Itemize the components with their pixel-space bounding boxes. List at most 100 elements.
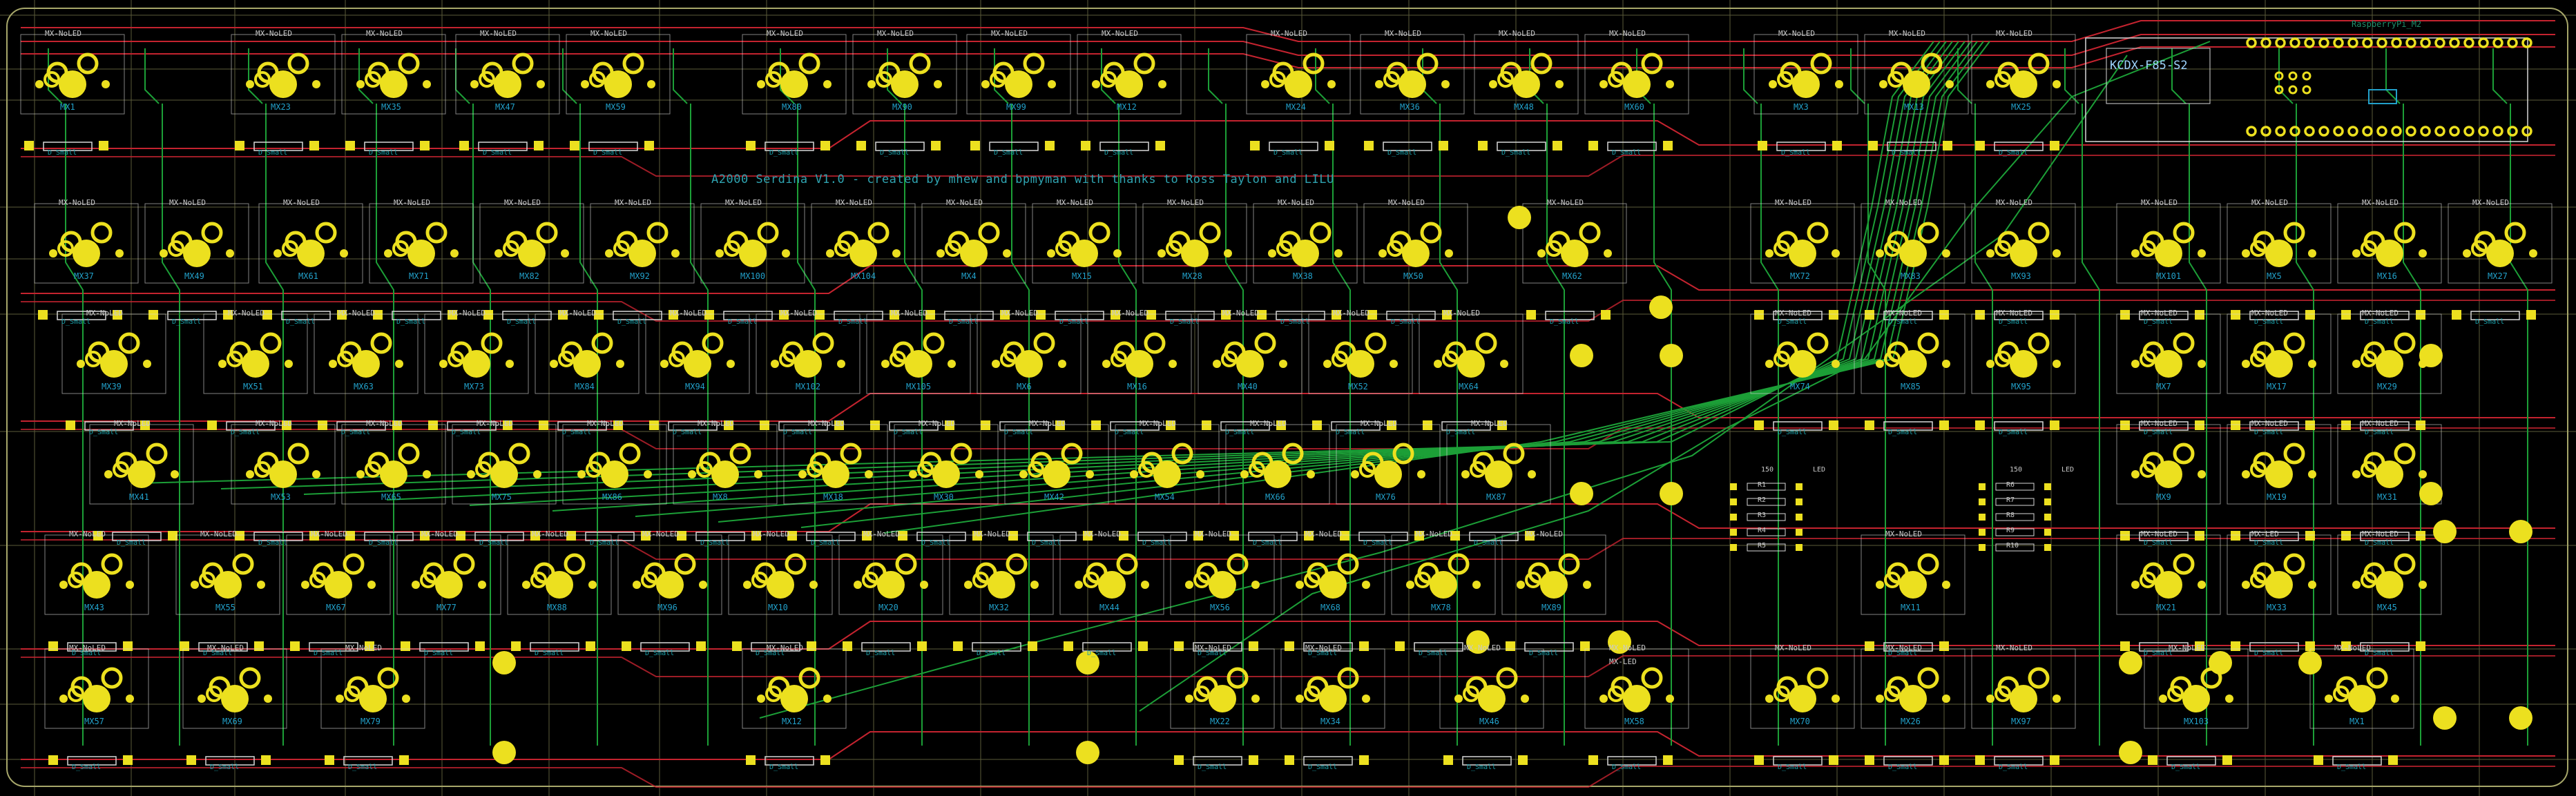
switch-mount-pad[interactable] (1375, 80, 1383, 88)
switch-mount-pad[interactable] (660, 360, 669, 368)
switch-mx68[interactable] (1280, 534, 1385, 652)
diode-pad[interactable] (1497, 420, 1507, 430)
back-copper-trace[interactable] (469, 41, 1959, 506)
diode-pad[interactable] (235, 141, 244, 151)
back-copper-trace[interactable] (2385, 48, 2401, 104)
switch-pad[interactable] (2504, 222, 2526, 244)
stabilizer-pad[interactable] (2433, 706, 2457, 730)
diode-pad[interactable] (1249, 641, 1258, 651)
switch-mx103[interactable] (2144, 648, 2249, 766)
diode-pad[interactable] (779, 310, 789, 320)
switch-center-hole-pad[interactable] (1512, 70, 1540, 98)
switch-center-hole-pad[interactable] (1457, 350, 1485, 378)
switch-pad[interactable] (1807, 667, 1829, 689)
switch-center-hole-pad[interactable] (183, 240, 211, 267)
switch-center-hole-pad[interactable] (2182, 685, 2210, 712)
switch-mount-pad[interactable] (1599, 80, 1608, 88)
switch-mx63[interactable] (314, 313, 419, 431)
stabilizer-pad[interactable] (2119, 651, 2142, 674)
diode-body[interactable] (1082, 642, 1132, 652)
resistor-pad[interactable] (1979, 498, 1986, 505)
switch-center-hole-pad[interactable] (59, 70, 86, 98)
switch-mount-pad[interactable] (1942, 695, 1950, 703)
switch-mount-pad[interactable] (1942, 581, 1950, 589)
diode-pad[interactable] (1155, 141, 1165, 151)
diode-pad[interactable] (534, 141, 544, 151)
diode-pad[interactable] (570, 141, 579, 151)
front-copper-trace[interactable] (21, 766, 2555, 788)
switch-mount-pad[interactable] (423, 470, 431, 478)
back-copper-trace[interactable] (718, 41, 1978, 523)
switch-mount-pad[interactable] (1876, 695, 1884, 703)
stabilizer-pad[interactable] (492, 741, 516, 764)
switch-mount-pad[interactable] (1058, 360, 1066, 368)
switch-center-hole-pad[interactable] (242, 350, 269, 378)
diode-body[interactable] (1883, 642, 1933, 652)
back-copper-trace[interactable] (1743, 48, 1758, 104)
switch-mx96[interactable] (617, 534, 722, 652)
switch-mx42[interactable] (1004, 424, 1109, 541)
diode-pad[interactable] (870, 420, 880, 430)
switch-pad[interactable] (1416, 52, 1439, 75)
diode-pad[interactable] (1663, 755, 1673, 765)
diode-pad[interactable] (1036, 310, 1046, 320)
resistor-body[interactable] (1747, 513, 1786, 521)
switch-center-hole-pad[interactable] (73, 240, 100, 267)
switch-mx5[interactable] (2227, 203, 2332, 320)
switch-pad[interactable] (377, 667, 399, 689)
switch-mount-pad[interactable] (809, 581, 818, 589)
diode-pad[interactable] (1758, 141, 1767, 151)
switch-mount-pad[interactable] (2053, 695, 2061, 703)
diode-pad[interactable] (1829, 755, 1838, 765)
diode-pad[interactable] (1285, 755, 1294, 765)
mcu-pin-pad[interactable] (2347, 126, 2358, 137)
switch-center-hole-pad[interactable] (494, 70, 521, 98)
switch-pad[interactable] (1144, 332, 1166, 354)
switch-center-hole-pad[interactable] (1236, 350, 1264, 378)
diode-pad[interactable] (558, 310, 568, 320)
diode-pad[interactable] (1754, 755, 1764, 765)
switch-center-hole-pad[interactable] (297, 240, 325, 267)
diode-pad[interactable] (24, 141, 34, 151)
switch-mount-pad[interactable] (1461, 470, 1470, 478)
diode-pad[interactable] (2305, 420, 2315, 430)
diode-body[interactable] (67, 756, 117, 766)
switch-center-hole-pad[interactable] (960, 240, 988, 267)
stabilizer-pad[interactable] (1660, 482, 1683, 505)
diode-body[interactable] (2139, 642, 2189, 652)
resistor-pad[interactable] (2044, 529, 2051, 536)
back-copper-trace[interactable] (386, 41, 1953, 501)
diode-pad[interactable] (420, 531, 430, 541)
switch-mount-pad[interactable] (633, 581, 641, 589)
switch-pad[interactable] (674, 553, 696, 575)
switch-mount-pad[interactable] (1604, 249, 1612, 258)
diode-pad[interactable] (1119, 531, 1128, 541)
diode-pad[interactable] (843, 641, 852, 651)
switch-pad[interactable] (370, 332, 392, 354)
switch-pad[interactable] (508, 443, 530, 465)
mcu-pin-pad[interactable] (2521, 37, 2532, 48)
switch-mx59[interactable] (566, 34, 671, 151)
switch-pad[interactable] (1199, 222, 1221, 244)
diode-body[interactable] (1462, 756, 1512, 766)
diode-pad[interactable] (2341, 420, 2351, 430)
switch-mount-pad[interactable] (616, 360, 624, 368)
diode-body[interactable] (198, 642, 248, 652)
diode-pad[interactable] (290, 641, 300, 651)
diode-pad[interactable] (1257, 310, 1267, 320)
switch-center-hole-pad[interactable] (1126, 350, 1153, 378)
switch-pad[interactable] (1023, 52, 1045, 75)
switch-mount-pad[interactable] (865, 470, 873, 478)
diode-pad[interactable] (1000, 310, 1010, 320)
switch-mount-pad[interactable] (102, 80, 110, 88)
switch-mount-pad[interactable] (1158, 80, 1166, 88)
switch-pad[interactable] (2394, 443, 2416, 465)
switch-mx22[interactable] (1170, 648, 1275, 766)
switch-mount-pad[interactable] (1417, 470, 1425, 478)
switch-mount-pad[interactable] (1537, 249, 1546, 258)
stabilizer-pad[interactable] (2509, 706, 2532, 730)
switch-mount-pad[interactable] (395, 360, 403, 368)
switch-pad[interactable] (1061, 443, 1083, 465)
switch-mx101[interactable] (2116, 203, 2221, 320)
switch-pad[interactable] (2028, 332, 2050, 354)
